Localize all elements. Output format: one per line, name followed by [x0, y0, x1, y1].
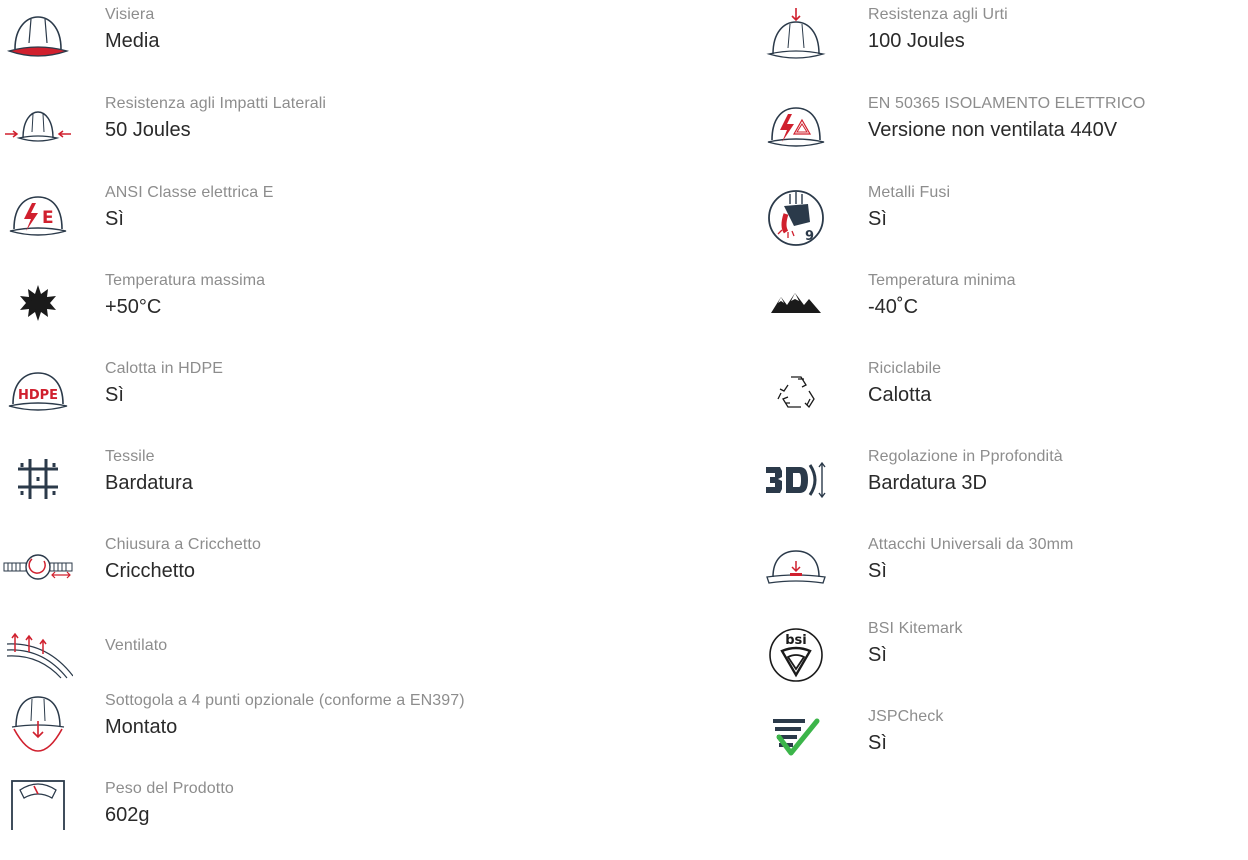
chinstrap-icon	[0, 692, 76, 758]
feature-label: Ventilato	[105, 637, 168, 654]
feature-label: Resistenza agli Impatti Laterali	[105, 95, 327, 112]
feature-label: Visiera	[105, 6, 155, 23]
hdpe-helmet-icon: HDPE	[0, 360, 76, 422]
feature-metalli-fusi: 9 Metalli Fusi Sì	[758, 184, 1248, 264]
ventilation-icon	[0, 624, 76, 686]
side-impact-icon	[0, 95, 76, 157]
feature-value: Bardatura	[105, 472, 193, 494]
feature-jspcheck: JSPCheck Sì	[758, 708, 1248, 788]
feature-value: Sì	[868, 208, 887, 230]
feature-label: EN 50365 ISOLAMENTO ELETTRICO	[868, 95, 1146, 112]
sun-icon	[0, 272, 76, 334]
feature-value: Sì	[105, 208, 124, 230]
feature-tessile: Tessile Bardatura	[0, 448, 620, 528]
feature-value: Sì	[868, 732, 887, 754]
feature-value: 100 Joules	[868, 30, 965, 52]
feature-label: Riciclabile	[868, 360, 942, 377]
feature-impatti-laterali: Resistenza agli Impatti Laterali 50 Joul…	[0, 95, 620, 175]
feature-label: ANSI Classe elettrica E	[105, 184, 274, 201]
mountains-icon	[758, 272, 834, 334]
electrical-class-e-icon: E	[0, 184, 76, 246]
feature-label: Temperatura massima	[105, 272, 266, 289]
feature-sottogola: Sottogola a 4 punti opzionale (conforme …	[0, 692, 620, 772]
feature-value: Bardatura 3D	[868, 472, 987, 494]
feature-label: BSI Kitemark	[868, 620, 963, 637]
feature-value: Montato	[105, 716, 178, 738]
ratchet-icon	[0, 536, 76, 598]
feature-value: -40˚C	[868, 296, 919, 318]
feature-value: Sì	[105, 384, 124, 406]
universal-slots-icon	[758, 536, 834, 598]
feature-resistenza-urti: Resistenza agli Urti 100 Joules	[758, 6, 1248, 86]
feature-label: Calotta in HDPE	[105, 360, 223, 377]
electrical-insulation-icon	[758, 95, 834, 157]
hdpe-logo-text: HDPE	[18, 388, 58, 403]
feature-temperatura-minima: Temperatura minima -40˚C	[758, 272, 1248, 352]
feature-value: Calotta	[868, 384, 932, 406]
feature-value: 50 Joules	[105, 119, 191, 141]
feature-label: JSPCheck	[868, 708, 944, 725]
feature-label: Tessile	[105, 448, 155, 465]
molten-metal-level: 9	[805, 229, 814, 244]
scale-icon	[0, 780, 76, 832]
top-impact-icon	[758, 6, 834, 68]
bsi-kitemark-icon: bsi	[758, 620, 834, 690]
feature-value: Versione non ventilata 440V	[868, 119, 1118, 141]
feature-label: Resistenza agli Urti	[868, 6, 1008, 23]
feature-en50365: EN 50365 ISOLAMENTO ELETTRICO Versione n…	[758, 95, 1248, 175]
bsi-logo-text: bsi	[785, 633, 807, 648]
helmet-visor-icon	[0, 6, 76, 68]
3d-adjust-icon	[758, 448, 834, 510]
svg-text:E: E	[42, 208, 54, 228]
feature-regolazione-profondita: Regolazione in Pprofondità Bardatura 3D	[758, 448, 1248, 528]
feature-peso: Peso del Prodotto 602g	[0, 780, 620, 860]
feature-attacchi-universali: Attacchi Universali da 30mm Sì	[758, 536, 1248, 616]
feature-value: Sì	[868, 560, 887, 582]
feature-calotta-hdpe: HDPE Calotta in HDPE Sì	[0, 360, 620, 440]
molten-metal-icon: 9	[758, 184, 834, 250]
feature-label: Temperatura minima	[868, 272, 1016, 289]
feature-label: Metalli Fusi	[868, 184, 951, 201]
feature-label: Peso del Prodotto	[105, 780, 234, 797]
feature-ansi-classe-e: E ANSI Classe elettrica E Sì	[0, 184, 620, 264]
recycle-icon	[758, 360, 834, 422]
feature-value: Media	[105, 30, 160, 52]
feature-label: Regolazione in Pprofondità	[868, 448, 1063, 465]
feature-chiusura-cricchetto: Chiusura a Cricchetto Cricchetto	[0, 536, 620, 616]
feature-value: Sì	[868, 644, 887, 666]
jspcheck-icon	[758, 708, 834, 770]
feature-label: Chiusura a Cricchetto	[105, 536, 261, 553]
feature-label: Attacchi Universali da 30mm	[868, 536, 1074, 553]
feature-bsi-kitemark: bsi BSI Kitemark Sì	[758, 620, 1248, 700]
textile-grid-icon	[0, 448, 76, 510]
feature-visiera: Visiera Media	[0, 6, 620, 86]
feature-value: 602g	[105, 804, 150, 826]
feature-value: +50°C	[105, 296, 162, 318]
feature-value: Cricchetto	[105, 560, 196, 582]
feature-temperatura-massima: Temperatura massima +50°C	[0, 272, 620, 352]
feature-label: Sottogola a 4 punti opzionale (conforme …	[105, 692, 465, 709]
feature-riciclabile: Riciclabile Calotta	[758, 360, 1248, 440]
